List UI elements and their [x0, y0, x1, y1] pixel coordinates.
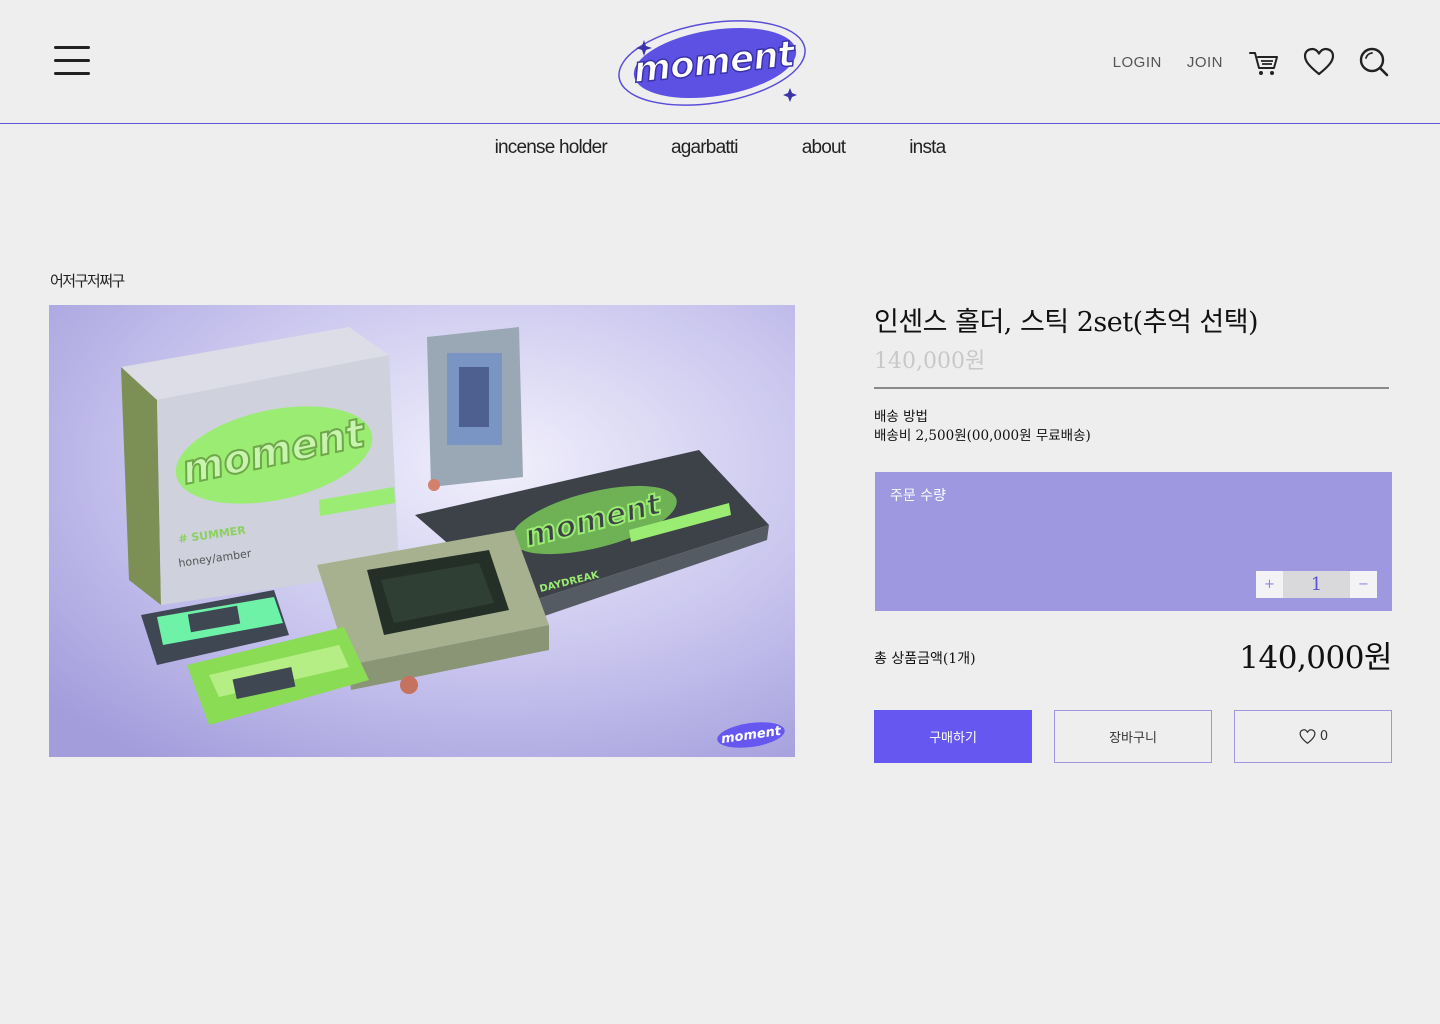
product-info: 인센스 홀더, 스틱 2set(추억 선택) 140,000원 — [874, 300, 1392, 389]
heart-icon[interactable] — [1303, 46, 1335, 78]
total-label: 총 상품금액(1개) — [874, 651, 976, 667]
heart-icon — [1299, 729, 1316, 744]
quantity-label: 주문 수량 — [890, 488, 946, 504]
site-header: moment LOGIN JOIN — [0, 0, 1440, 124]
info-divider — [874, 387, 1389, 389]
quantity-decrease-button[interactable]: − — [1350, 571, 1377, 598]
quantity-value[interactable]: 1 — [1283, 571, 1350, 598]
nav-agarbatti[interactable]: agarbatti — [671, 137, 739, 174]
quantity-increase-button[interactable]: + — [1256, 571, 1283, 598]
buy-button[interactable]: 구매하기 — [874, 710, 1032, 763]
svg-text:moment: moment — [631, 33, 798, 91]
menu-icon[interactable] — [54, 46, 90, 76]
login-link[interactable]: LOGIN — [1113, 54, 1162, 71]
cart-icon[interactable] — [1248, 46, 1280, 78]
shipping-value: 배송비 2,500원(00,000원 무료배송) — [874, 428, 1091, 444]
quantity-stepper: + 1 − — [1256, 571, 1377, 598]
brand-logo[interactable]: moment — [614, 16, 814, 108]
nav-incense-holder[interactable]: incense holder — [495, 137, 608, 174]
total-value: 140,000원 — [1239, 640, 1392, 676]
product-image: moment # SUMMER honey/amber moment # DAY… — [49, 305, 795, 757]
order-quantity-panel: 주문 수량 + 1 − — [875, 472, 1392, 611]
category-nav: incense holder agarbatti about insta — [0, 124, 1440, 174]
join-link[interactable]: JOIN — [1187, 54, 1223, 71]
breadcrumb: 어저구저쩌구 — [50, 272, 125, 290]
wishlist-button[interactable]: 0 — [1234, 710, 1392, 763]
product-price: 140,000원 — [874, 349, 986, 374]
shipping-label: 배송 방법 — [874, 409, 928, 425]
nav-insta[interactable]: insta — [909, 137, 946, 174]
search-icon[interactable] — [1358, 46, 1390, 78]
product-title: 인센스 홀더, 스틱 2set(추억 선택) — [874, 307, 1259, 338]
nav-about[interactable]: about — [802, 137, 846, 174]
account-links: LOGIN JOIN — [1113, 44, 1390, 80]
wishlist-count: 0 — [1319, 729, 1329, 744]
add-to-cart-button[interactable]: 장바구니 — [1054, 710, 1212, 763]
